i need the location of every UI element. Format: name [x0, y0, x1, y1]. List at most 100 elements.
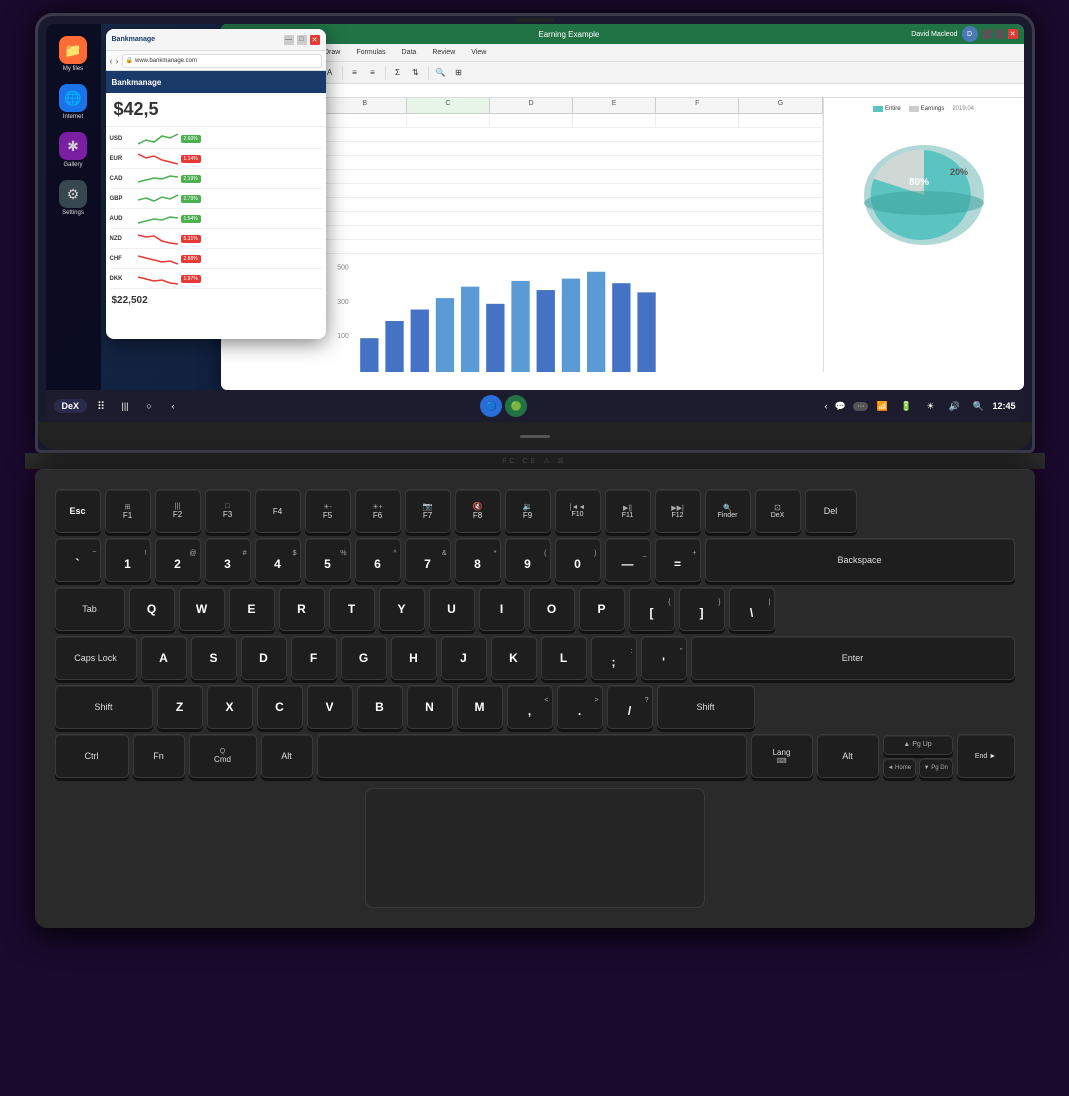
- key-e[interactable]: E: [229, 587, 275, 631]
- key-del[interactable]: Del: [805, 489, 857, 533]
- excel-maximize[interactable]: □: [995, 29, 1005, 39]
- key-shift-right[interactable]: Shift: [657, 685, 755, 729]
- sidebar-app-gallery[interactable]: ✱ Gallery: [53, 130, 93, 170]
- dex-button[interactable]: DeX: [54, 399, 88, 413]
- key-p[interactable]: P: [579, 587, 625, 631]
- key-5[interactable]: % 5: [305, 538, 351, 582]
- key-f6[interactable]: ☀+F6: [355, 489, 401, 533]
- key-f12[interactable]: ▶▶|F12: [655, 489, 701, 533]
- key-rbracket[interactable]: } ]: [679, 587, 725, 631]
- sidebar-app-settings[interactable]: ⚙ Settings: [53, 178, 93, 218]
- taskbar-back-icon[interactable]: ‹: [163, 396, 183, 416]
- tab-data[interactable]: Data: [398, 47, 421, 58]
- key-f5[interactable]: ☀-F5: [305, 489, 351, 533]
- taskbar-home-icon[interactable]: ○: [139, 396, 159, 416]
- key-f4[interactable]: F4: [255, 489, 301, 533]
- taskbar-msg-icon[interactable]: 💬: [831, 397, 849, 415]
- key-l[interactable]: L: [541, 636, 587, 680]
- key-lang[interactable]: Lang ⌨: [751, 734, 813, 778]
- key-esc[interactable]: Esc: [55, 489, 101, 533]
- back-btn[interactable]: ‹: [110, 56, 113, 66]
- taskbar-more-btn[interactable]: ···: [853, 402, 868, 411]
- key-period[interactable]: > .: [557, 685, 603, 729]
- key-space[interactable]: [317, 734, 747, 778]
- taskbar-search-icon[interactable]: 🔍: [968, 396, 988, 416]
- key-shift-left[interactable]: Shift: [55, 685, 153, 729]
- key-6[interactable]: ^ 6: [355, 538, 401, 582]
- key-r[interactable]: R: [279, 587, 325, 631]
- excel-minimize[interactable]: —: [982, 29, 992, 39]
- key-2[interactable]: @ 2: [155, 538, 201, 582]
- key-9[interactable]: ( 9: [505, 538, 551, 582]
- sum-btn[interactable]: Σ: [390, 65, 406, 81]
- key-n[interactable]: N: [407, 685, 453, 729]
- touchpad[interactable]: [365, 788, 705, 908]
- key-q[interactable]: Q: [129, 587, 175, 631]
- key-f10[interactable]: |◄◄F10: [555, 489, 601, 533]
- cell-e1[interactable]: [573, 114, 656, 128]
- taskbar-|||icon[interactable]: |||: [115, 396, 135, 416]
- key-finder[interactable]: 🔍Finder: [705, 489, 751, 533]
- excel-close[interactable]: ✕: [1008, 29, 1018, 39]
- key-lbracket[interactable]: { [: [629, 587, 675, 631]
- key-minus[interactable]: _ —: [605, 538, 651, 582]
- key-tab[interactable]: Tab: [55, 587, 125, 631]
- key-8[interactable]: * 8: [455, 538, 501, 582]
- key-caps-lock[interactable]: Caps Lock: [55, 636, 137, 680]
- key-dex[interactable]: ⊡DeX: [755, 489, 801, 533]
- key-f1[interactable]: ⊞F1: [105, 489, 151, 533]
- key-f2[interactable]: |||F2: [155, 489, 201, 533]
- key-s[interactable]: S: [191, 636, 237, 680]
- key-f8[interactable]: 🔇F8: [455, 489, 501, 533]
- bank-window[interactable]: Bankmanage — □ ✕ ‹ › 🔒 www.bankmanage.co…: [106, 29, 326, 339]
- grid-btn[interactable]: ⊞: [451, 65, 467, 81]
- url-bar[interactable]: 🔒 www.bankmanage.com: [122, 54, 322, 68]
- key-slash[interactable]: ? /: [607, 685, 653, 729]
- key-backslash[interactable]: | \: [729, 587, 775, 631]
- key-m[interactable]: M: [457, 685, 503, 729]
- key-x[interactable]: X: [207, 685, 253, 729]
- key-a[interactable]: A: [141, 636, 187, 680]
- key-g[interactable]: G: [341, 636, 387, 680]
- cell-c1[interactable]: [407, 114, 490, 128]
- key-w[interactable]: W: [179, 587, 225, 631]
- key-alt-right[interactable]: Alt: [817, 734, 879, 778]
- close-btn[interactable]: ✕: [310, 35, 320, 45]
- key-fn[interactable]: Fn: [133, 734, 185, 778]
- sidebar-app-myfiles[interactable]: 📁 My files: [53, 34, 93, 74]
- key-backtick[interactable]: ~ `: [55, 538, 101, 582]
- key-h[interactable]: H: [391, 636, 437, 680]
- align-btn[interactable]: ≡: [347, 65, 363, 81]
- taskbar-grid-icon[interactable]: ⠿: [91, 396, 111, 416]
- key-1[interactable]: ! 1: [105, 538, 151, 582]
- key-v[interactable]: V: [307, 685, 353, 729]
- key-comma[interactable]: < ,: [507, 685, 553, 729]
- key-quote[interactable]: " ': [641, 636, 687, 680]
- key-alt-left[interactable]: Alt: [261, 734, 313, 778]
- key-7[interactable]: & 7: [405, 538, 451, 582]
- key-j[interactable]: J: [441, 636, 487, 680]
- key-backspace[interactable]: Backspace: [705, 538, 1015, 582]
- key-k[interactable]: K: [491, 636, 537, 680]
- taskbar-app2[interactable]: 🟢: [505, 395, 527, 417]
- key-z[interactable]: Z: [157, 685, 203, 729]
- key-pgdn[interactable]: ▼ Pg Dn: [919, 758, 953, 778]
- key-t[interactable]: T: [329, 587, 375, 631]
- key-3[interactable]: # 3: [205, 538, 251, 582]
- forward-btn[interactable]: ›: [116, 56, 119, 66]
- cell-g1[interactable]: [739, 114, 822, 128]
- key-c[interactable]: C: [257, 685, 303, 729]
- key-4[interactable]: $ 4: [255, 538, 301, 582]
- key-f[interactable]: F: [291, 636, 337, 680]
- key-f9[interactable]: 🔉F9: [505, 489, 551, 533]
- key-o[interactable]: O: [529, 587, 575, 631]
- key-f11[interactable]: ▶||F11: [605, 489, 651, 533]
- cell-b1[interactable]: [324, 114, 407, 128]
- key-u[interactable]: U: [429, 587, 475, 631]
- sidebar-app-internet[interactable]: 🌐 Internet: [53, 82, 93, 122]
- key-y[interactable]: Y: [379, 587, 425, 631]
- cell-d1[interactable]: [490, 114, 573, 128]
- key-enter[interactable]: Enter: [691, 636, 1015, 680]
- key-pgup[interactable]: ▲ Pg Up: [883, 735, 953, 755]
- minimize-btn[interactable]: —: [284, 35, 294, 45]
